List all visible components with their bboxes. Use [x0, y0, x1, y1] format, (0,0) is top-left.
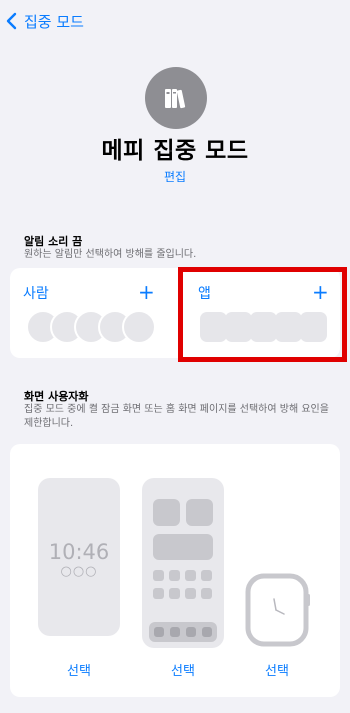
- silence-section-title: 알림 소리 끔: [24, 235, 83, 248]
- silence-section-description: 원하는 알림만 선택하여 방해를 줄입니다.: [24, 249, 197, 260]
- focus-mode-icon: [145, 67, 207, 129]
- avatar-placeholder: [122, 310, 156, 344]
- app-placeholder: [200, 312, 227, 342]
- app-placeholder: [300, 312, 327, 342]
- widget-placeholder: [153, 534, 213, 560]
- books-icon: [165, 89, 186, 109]
- app-icon-placeholder: [169, 588, 180, 599]
- apps-label: 앱: [198, 286, 211, 302]
- page-title: 메피 집중 모드: [101, 138, 249, 164]
- back-button[interactable]: 집중 모드: [4, 10, 84, 32]
- home-screen-preview[interactable]: [142, 478, 224, 648]
- lock-screen-preview[interactable]: 10:46 ○○○: [38, 478, 120, 636]
- app-icon-placeholder: [169, 570, 180, 581]
- plus-icon: +: [138, 280, 155, 304]
- screens-card: 10:46 ○○○ 선택 선택 선택: [10, 444, 340, 697]
- watch-icon: [245, 573, 310, 647]
- app-placeholder: [225, 312, 252, 342]
- lock-screen-time: 10:46: [48, 540, 110, 564]
- dock: [149, 622, 217, 642]
- app-icon-placeholder: [185, 588, 196, 599]
- customize-section-title: 화면 사용자화: [24, 390, 89, 403]
- app-icon-placeholder: [153, 588, 164, 599]
- select-watch-face-button[interactable]: 선택: [244, 660, 310, 679]
- chevron-left-icon: [6, 12, 17, 30]
- apps-column[interactable]: 앱 +: [185, 268, 340, 358]
- add-people-button[interactable]: +: [138, 282, 155, 302]
- dock-icon-placeholder: [170, 627, 180, 637]
- lock-screen-widgets: ○○○: [60, 564, 98, 579]
- app-icon-placeholder: [185, 570, 196, 581]
- app-icon-placeholder: [201, 570, 212, 581]
- select-home-screen-button[interactable]: 선택: [142, 660, 224, 679]
- app-placeholder: [250, 312, 277, 342]
- select-lock-screen-button[interactable]: 선택: [38, 660, 120, 679]
- app-icon-placeholder: [201, 588, 212, 599]
- edit-link[interactable]: 편집: [0, 168, 350, 185]
- dock-icon-placeholder: [186, 627, 196, 637]
- widget-placeholder: [186, 499, 213, 526]
- customize-section-description: 집중 모드 중에 켤 잠금 화면 또는 홈 화면 페이지를 선택하여 방해 요인…: [24, 404, 329, 429]
- app-placeholder: [275, 312, 302, 342]
- allowed-notifications-card: 사람 + 앱 +: [10, 268, 340, 358]
- widget-placeholder: [153, 499, 180, 526]
- dock-icon-placeholder: [202, 627, 212, 637]
- people-column[interactable]: 사람 +: [10, 268, 175, 358]
- app-icon-placeholder: [153, 570, 164, 581]
- watch-face-preview[interactable]: [244, 572, 314, 648]
- plus-icon: +: [312, 280, 329, 304]
- add-apps-button[interactable]: +: [312, 282, 329, 302]
- people-label: 사람: [23, 286, 49, 302]
- back-label: 집중 모드: [24, 12, 84, 31]
- dock-icon-placeholder: [154, 627, 164, 637]
